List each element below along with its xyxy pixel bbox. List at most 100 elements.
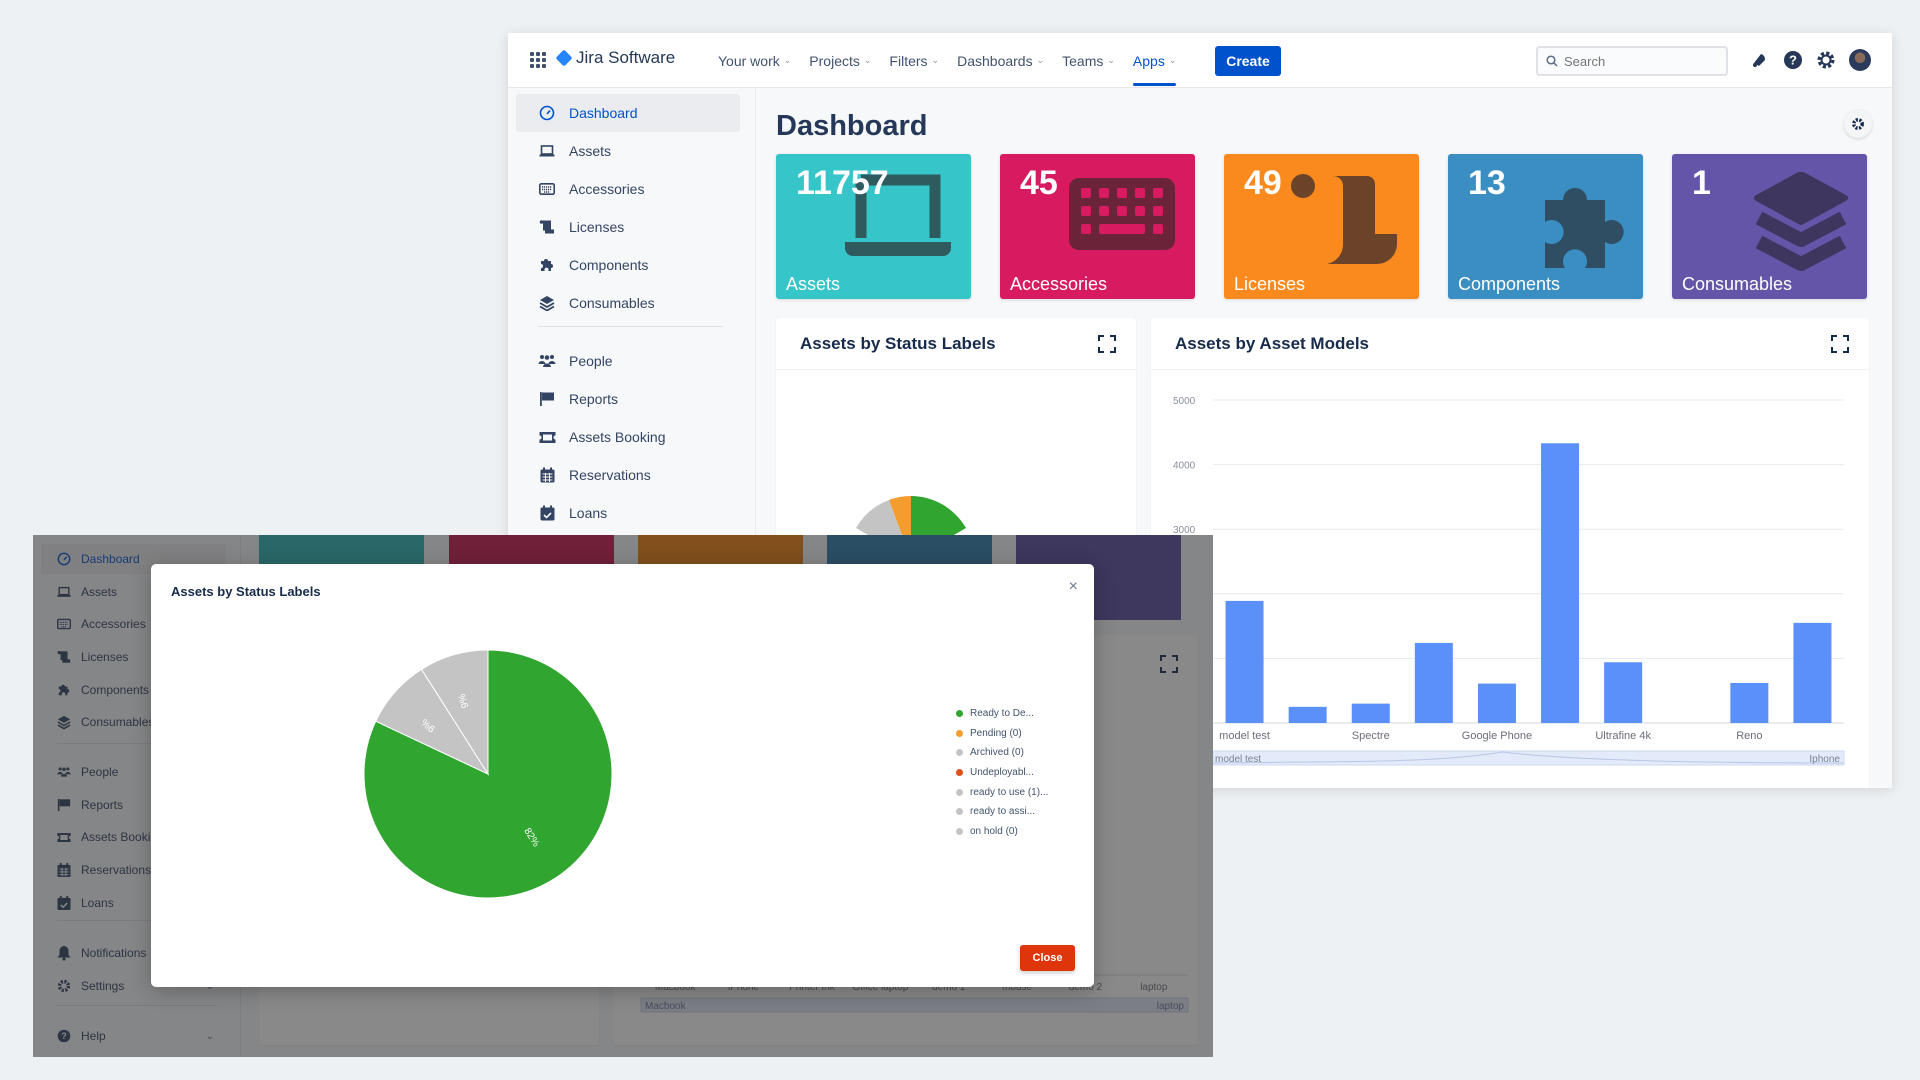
nav-dashboards[interactable]: Dashboards ⌄ bbox=[957, 33, 1044, 88]
legend-label: Pending (0) bbox=[970, 727, 1022, 739]
user-avatar[interactable] bbox=[1849, 49, 1871, 71]
tile-components[interactable]: 13 Components bbox=[1448, 154, 1643, 299]
search-input[interactable] bbox=[1564, 53, 1714, 69]
legend-dot-icon bbox=[956, 729, 963, 737]
sidebar-item-label: Loans bbox=[569, 505, 608, 521]
legend-dot-icon bbox=[956, 710, 963, 718]
bar[interactable] bbox=[1604, 662, 1643, 723]
legend-item[interactable]: Ready to De... bbox=[956, 704, 1048, 724]
app-switcher-icon[interactable] bbox=[530, 52, 546, 68]
sidebar-item-label: Licenses bbox=[569, 219, 625, 235]
sidebar-divider bbox=[538, 326, 723, 327]
sidebar-item-label: Consumables bbox=[569, 295, 655, 311]
nav-filters[interactable]: Filters ⌄ bbox=[889, 33, 939, 88]
sidebar-item-reservations[interactable]: Reservations bbox=[516, 456, 740, 494]
sidebar-item-licenses[interactable]: Licenses bbox=[516, 208, 740, 246]
legend-dot-icon bbox=[956, 749, 963, 757]
sidebar-item-consumables[interactable]: Consumables bbox=[516, 284, 740, 322]
tile-accessories[interactable]: 45 Accessories bbox=[1000, 154, 1195, 299]
top-navigation: Jira Software Your work ⌄ Projects ⌄ Filters… bbox=[508, 33, 1892, 88]
nav-your-work[interactable]: Your work ⌄ bbox=[718, 33, 791, 88]
tile-licenses[interactable]: 49 Licenses bbox=[1224, 154, 1419, 299]
tile-assets[interactable]: 11757 Assets bbox=[776, 154, 971, 299]
bar[interactable] bbox=[1351, 703, 1390, 723]
close-icon[interactable]: × bbox=[1069, 578, 1078, 596]
help-icon[interactable]: ? bbox=[1782, 49, 1804, 71]
nav-projects[interactable]: Projects ⌄ bbox=[809, 33, 871, 88]
nav-label: Teams bbox=[1062, 52, 1104, 69]
tile-label: Components bbox=[1458, 274, 1561, 294]
jira-logo[interactable]: Jira Software bbox=[555, 48, 675, 68]
bar[interactable] bbox=[1541, 443, 1580, 723]
tile-count: 1 bbox=[1692, 164, 1711, 202]
status-labels-modal: Assets by Status Labels × 82% 9% 9% Ready … bbox=[151, 564, 1094, 987]
legend-dot-icon bbox=[956, 769, 963, 777]
legend-item[interactable]: Archived (0) bbox=[956, 743, 1048, 763]
legend-item[interactable]: Undeployabl... bbox=[956, 763, 1048, 783]
sidebar-item-label: Assets Booking bbox=[569, 429, 666, 445]
bar[interactable] bbox=[1414, 642, 1453, 723]
create-button[interactable]: Create bbox=[1215, 46, 1281, 76]
sidebar-item-label: People bbox=[569, 353, 613, 369]
legend-label: on hold (0) bbox=[970, 825, 1018, 837]
sidebar-item-label: Dashboard bbox=[569, 105, 638, 121]
bar[interactable] bbox=[1793, 622, 1832, 723]
bar[interactable] bbox=[1225, 600, 1264, 723]
legend-dot-icon bbox=[956, 788, 963, 796]
laptop-icon bbox=[538, 142, 556, 160]
legend-dot-icon bbox=[956, 808, 963, 816]
sidebar-item-assets-booking[interactable]: Assets Booking bbox=[516, 418, 740, 456]
tile-label: Accessories bbox=[1010, 274, 1108, 294]
expand-icon[interactable] bbox=[1098, 335, 1116, 353]
sidebar-item-people[interactable]: People bbox=[516, 342, 740, 380]
nav-label: Your work bbox=[718, 52, 780, 69]
legend-label: Undeployabl... bbox=[970, 767, 1034, 779]
legend-item[interactable]: ready to use (1)... bbox=[956, 782, 1048, 802]
asset-models-bar-chart: 300040005000model test Spectre Google Phon… bbox=[1173, 396, 1845, 766]
tile-count: 11757 bbox=[796, 164, 889, 202]
slider-start-label: model test bbox=[1215, 754, 1261, 765]
nav-label: Projects bbox=[809, 52, 860, 69]
card-title: Assets by Asset Models bbox=[1175, 333, 1369, 353]
legend-label: Archived (0) bbox=[970, 747, 1024, 759]
tile-label: Consumables bbox=[1682, 274, 1793, 294]
jira-diamond-icon bbox=[555, 49, 573, 67]
legend-item[interactable]: ready to assi... bbox=[956, 802, 1048, 822]
keyboard-icon bbox=[538, 180, 556, 198]
nav-teams[interactable]: Teams ⌄ bbox=[1062, 33, 1115, 88]
people-icon bbox=[538, 352, 556, 370]
notifications-bell-icon[interactable] bbox=[1748, 49, 1770, 71]
sidebar-item-label: Reservations bbox=[569, 467, 651, 483]
tile-consumables[interactable]: 1 Consumables bbox=[1672, 154, 1867, 299]
chevron-down-icon: ⌄ bbox=[931, 55, 940, 65]
sidebar-item-dashboard[interactable]: Dashboard bbox=[516, 94, 740, 132]
x-tick-label: Google Phone bbox=[1462, 730, 1532, 742]
settings-gear-icon[interactable] bbox=[1815, 49, 1837, 71]
tile-label: Assets bbox=[786, 274, 841, 294]
legend-label: ready to assi... bbox=[970, 806, 1036, 818]
sidebar-item-components[interactable]: Components bbox=[516, 246, 740, 284]
legend-item[interactable]: Pending (0) bbox=[956, 724, 1048, 744]
puzzle-icon bbox=[538, 256, 556, 274]
dashboard-settings-button[interactable] bbox=[1844, 110, 1872, 138]
search-box[interactable] bbox=[1536, 46, 1728, 76]
nav-apps[interactable]: Apps ⌄ bbox=[1132, 33, 1177, 88]
y-tick-label: 4000 bbox=[1173, 461, 1196, 472]
sidebar-item-loans[interactable]: Loans bbox=[516, 494, 740, 532]
sidebar-item-assets[interactable]: Assets bbox=[516, 132, 740, 170]
y-tick-label: 5000 bbox=[1173, 396, 1196, 407]
close-button[interactable]: Close bbox=[1020, 945, 1075, 971]
sidebar-item-reports[interactable]: Reports bbox=[516, 380, 740, 418]
tile-count: 49 bbox=[1244, 164, 1282, 202]
nav-label: Dashboards bbox=[957, 52, 1033, 69]
bar[interactable] bbox=[1288, 706, 1327, 723]
page-title: Dashboard bbox=[776, 110, 928, 142]
scroll-icon bbox=[538, 218, 556, 236]
bar[interactable] bbox=[1730, 682, 1769, 723]
bar[interactable] bbox=[1477, 683, 1516, 723]
tile-label: Licenses bbox=[1234, 274, 1306, 294]
slider-end-label: Iphone bbox=[1809, 754, 1840, 765]
expand-icon[interactable] bbox=[1831, 335, 1849, 353]
legend-item[interactable]: on hold (0) bbox=[956, 822, 1048, 842]
sidebar-item-accessories[interactable]: Accessories bbox=[516, 170, 740, 208]
